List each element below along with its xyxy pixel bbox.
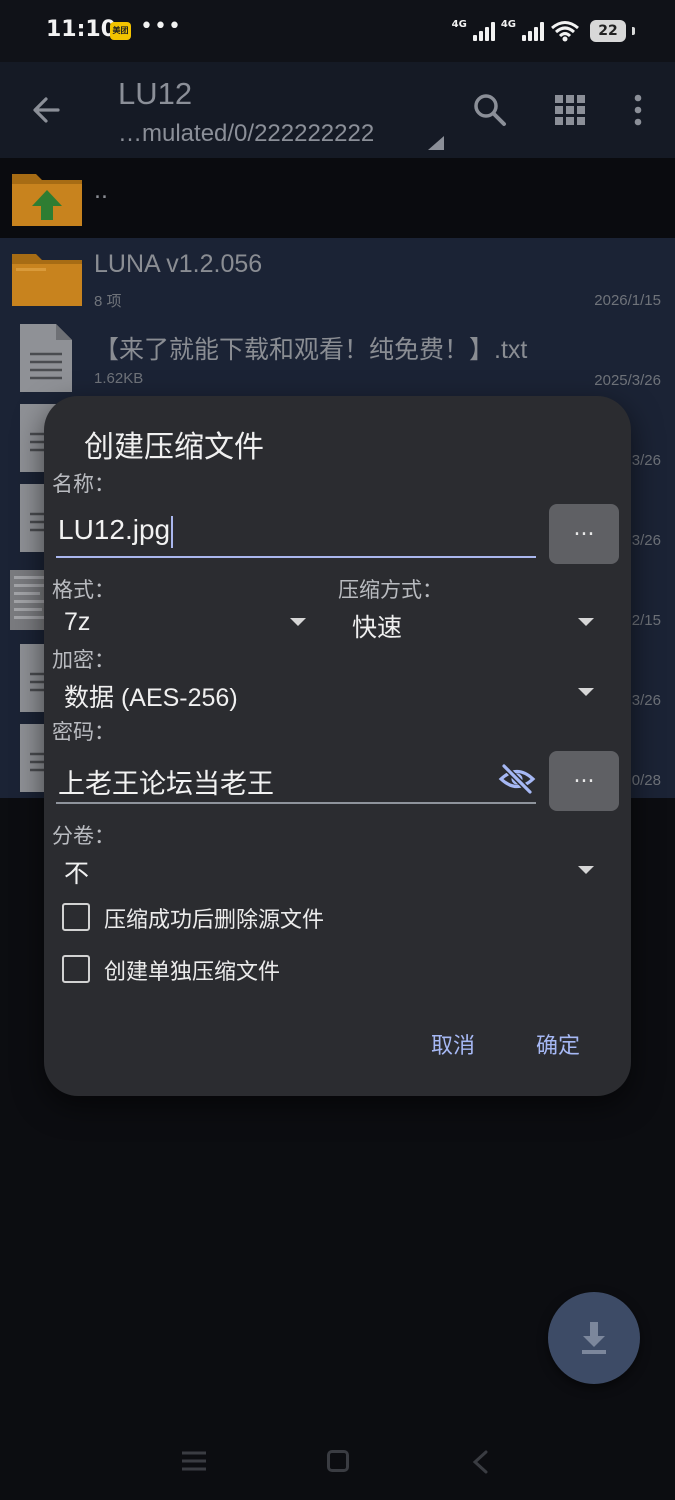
folder-icon xyxy=(12,254,82,306)
archive-name-input[interactable]: LU12.jpg xyxy=(58,514,174,548)
encryption-label: 加密： xyxy=(52,648,115,672)
signal-icon xyxy=(472,21,495,41)
status-bar: 11:10 美团 ••• 4G 4G 22 xyxy=(0,0,675,62)
delete-source-checkbox[interactable] xyxy=(62,903,90,931)
list-item-parent[interactable]: .. xyxy=(0,158,675,238)
grid-view-icon[interactable] xyxy=(554,94,586,126)
cancel-button[interactable]: 取消 xyxy=(431,1028,475,1060)
app-toolbar: LU12 …mulated/0/222222222 xyxy=(0,62,675,158)
file-date: 2/15 xyxy=(631,612,661,629)
folder-up-icon xyxy=(12,174,82,226)
file-name: .. xyxy=(94,176,108,204)
volume-label: 分卷： xyxy=(52,824,115,848)
separate-archive-label: 创建单独压缩文件 xyxy=(104,960,281,985)
file-date: 3/26 xyxy=(631,532,661,549)
network-type-label-2: 4G xyxy=(500,18,516,30)
file-date: 0/28 xyxy=(631,772,661,789)
password-label: 密码： xyxy=(52,720,115,744)
create-archive-dialog: 创建压缩文件 名称： LU12.jpg ... 格式： 7z 压缩方式： 快速 … xyxy=(44,396,631,1096)
text-caret xyxy=(171,515,174,548)
file-name: LUNA v1.2.056 xyxy=(94,250,263,278)
password-underline xyxy=(56,802,536,804)
recent-apps-icon[interactable] xyxy=(182,1450,206,1472)
name-label: 名称： xyxy=(52,472,115,496)
back-arrow-icon[interactable] xyxy=(28,92,64,128)
format-label: 格式： xyxy=(52,578,115,602)
file-name: 【来了就能下载和观看！纯免费！】.txt xyxy=(94,336,528,364)
more-notifications-icon: ••• xyxy=(140,14,182,39)
chevron-down-icon[interactable] xyxy=(290,618,306,626)
encryption-select[interactable]: 数据 (AES-256) xyxy=(64,678,238,714)
file-date: 3/26 xyxy=(631,452,661,469)
system-nav-bar xyxy=(0,1420,675,1500)
volume-select[interactable]: 不 xyxy=(64,854,89,890)
password-options-button[interactable]: ... xyxy=(549,751,619,811)
chevron-down-icon[interactable] xyxy=(578,866,594,874)
app-notification-icon: 美团 xyxy=(110,22,131,40)
list-item[interactable]: 【来了就能下载和观看！纯免费！】.txt 1.62KB 2025/3/26 xyxy=(0,318,675,398)
archive-name-value: LU12.jpg xyxy=(58,514,171,545)
text-file-icon xyxy=(20,324,72,392)
list-item[interactable]: LUNA v1.2.056 8 项 2026/1/15 xyxy=(0,238,675,318)
home-icon[interactable] xyxy=(327,1450,349,1472)
folder-path[interactable]: …mulated/0/222222222 xyxy=(118,120,374,148)
dialog-title: 创建压缩文件 xyxy=(84,430,264,465)
file-meta: 1.62KB xyxy=(94,370,144,387)
visibility-off-icon[interactable] xyxy=(498,762,536,796)
chevron-down-icon[interactable] xyxy=(578,618,594,626)
more-vert-icon[interactable] xyxy=(628,92,648,128)
separate-archive-checkbox[interactable] xyxy=(62,955,90,983)
ok-button[interactable]: 确定 xyxy=(536,1028,580,1060)
extract-fab[interactable] xyxy=(548,1292,640,1384)
password-input[interactable]: 上老王论坛当老王 xyxy=(58,762,274,801)
browse-name-button[interactable]: ... xyxy=(549,504,619,564)
file-meta: 8 项 xyxy=(94,293,122,310)
nav-back-icon[interactable] xyxy=(470,1450,490,1474)
path-dropdown-icon[interactable] xyxy=(428,136,444,150)
network-type-label: 4G xyxy=(451,18,467,30)
search-icon[interactable] xyxy=(472,92,508,128)
delete-source-label: 压缩成功后删除源文件 xyxy=(104,908,325,933)
file-date: 3/26 xyxy=(631,692,661,709)
method-select[interactable]: 快速 xyxy=(352,608,402,644)
file-date: 2026/1/15 xyxy=(594,292,661,309)
status-time: 11:10 xyxy=(46,17,117,42)
archive-name-underline xyxy=(56,556,536,558)
download-icon xyxy=(582,1322,606,1354)
battery-tip xyxy=(632,27,635,35)
battery-icon: 22 xyxy=(590,20,626,42)
status-icons: 4G 4G 22 xyxy=(452,18,635,44)
chevron-down-icon[interactable] xyxy=(578,688,594,696)
wifi-icon xyxy=(551,21,579,42)
format-select[interactable]: 7z xyxy=(64,608,90,637)
method-label: 压缩方式： xyxy=(338,578,443,602)
folder-title: LU12 xyxy=(118,76,193,111)
file-date: 2025/3/26 xyxy=(594,372,661,389)
signal-icon-2 xyxy=(522,21,544,41)
